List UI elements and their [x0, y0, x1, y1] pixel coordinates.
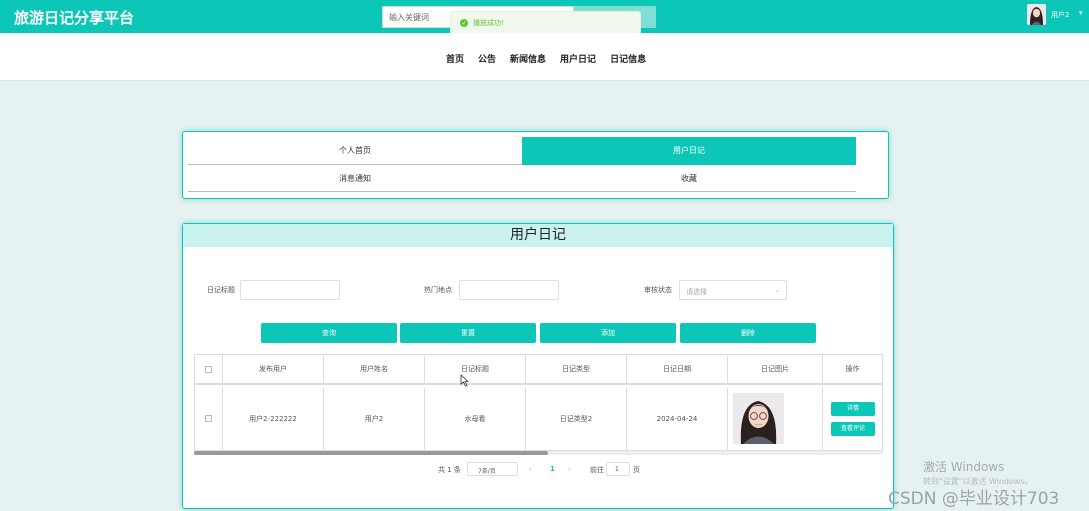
page-number-current[interactable]: 1	[550, 465, 555, 473]
user-name-label[interactable]: 用户2	[1051, 10, 1069, 20]
goto-page-value: 1	[615, 466, 619, 473]
column-header: 发布用户	[223, 355, 324, 385]
filter-spot-input[interactable]	[459, 280, 559, 300]
filter-status-select[interactable]: 请选择 ⌄	[679, 280, 787, 300]
windows-activation-title: 激活 Windows	[923, 460, 1005, 474]
tab-favorites[interactable]: 收藏	[522, 165, 856, 192]
pagination-total: 共 1 条	[438, 466, 461, 474]
filter-title-input[interactable]	[240, 280, 340, 300]
row-select-cell	[195, 387, 223, 450]
filter-status-label: 审核状态	[644, 286, 672, 294]
page-size-select[interactable]: 7条/页	[467, 462, 518, 476]
main-nav: 首页 公告 新闻信息 用户日记 日记信息	[0, 33, 1089, 81]
delete-button[interactable]: 删除	[680, 323, 816, 343]
column-header: 日记日期	[627, 355, 728, 385]
chevron-down-icon[interactable]: ▾	[1079, 9, 1083, 17]
toast-message: 播放成功!	[473, 19, 504, 27]
next-page-icon[interactable]: ›	[568, 465, 571, 473]
nav-item-diary-info[interactable]: 日记信息	[610, 52, 646, 65]
mouse-cursor-icon	[460, 374, 469, 387]
select-all-cell	[195, 355, 223, 385]
table-cell-image	[728, 387, 823, 450]
filter-spot-label: 热门地点	[424, 286, 452, 294]
table-cell: 2024-04-24	[627, 387, 728, 450]
tab-messages[interactable]: 消息通知	[188, 165, 522, 192]
user-avatar[interactable]	[1027, 4, 1046, 25]
chevron-down-icon: ⌄	[774, 286, 780, 294]
panel-title: 用户日记	[183, 224, 893, 247]
column-header: 日记类型	[526, 355, 627, 385]
nav-item-news[interactable]: 新闻信息	[510, 52, 546, 65]
row-checkbox[interactable]	[205, 415, 212, 422]
scrollbar-thumb[interactable]	[194, 451, 548, 455]
page-suffix: 页	[633, 466, 640, 474]
nav-item-home[interactable]: 首页	[446, 52, 464, 65]
view-comments-button[interactable]: 查看评论	[831, 422, 875, 436]
column-header: 用户姓名	[324, 355, 425, 385]
avatar-portrait-icon	[1027, 4, 1046, 25]
tab-personal-home[interactable]: 个人首页	[188, 137, 522, 165]
nav-item-notice[interactable]: 公告	[478, 52, 496, 65]
filter-title-label: 日记标题	[207, 286, 235, 294]
query-button[interactable]: 查询	[261, 323, 397, 343]
check-circle-icon: ✓	[460, 19, 468, 27]
status-placeholder: 请选择	[686, 288, 707, 296]
profile-tabs: 个人首页 用户日记 消息通知 收藏	[182, 131, 889, 199]
table-cell: 用户2	[324, 387, 425, 450]
goto-label: 前往	[590, 466, 604, 474]
nav-item-user-diary[interactable]: 用户日记	[560, 52, 596, 65]
csdn-watermark: CSDN @毕业设计703	[888, 489, 1060, 509]
tab-user-diary[interactable]: 用户日记	[522, 137, 856, 165]
table-cell: 水母看	[425, 387, 526, 450]
user-diary-panel: 用户日记 日记标题 热门地点 审核状态 请选择 ⌄ 查询 重置 添加 删除 发布…	[182, 223, 894, 509]
select-all-checkbox[interactable]	[205, 365, 212, 373]
actions-cell: 详情 查看评论	[823, 387, 882, 450]
table-cell: 用户2-222222	[223, 387, 324, 450]
reset-button[interactable]: 重置	[400, 323, 536, 343]
add-button[interactable]: 添加	[540, 323, 676, 343]
column-header: 操作	[823, 355, 882, 385]
portrait-image-icon	[733, 393, 784, 444]
column-header: 日记图片	[728, 355, 823, 385]
horizontal-scrollbar[interactable]	[194, 451, 883, 455]
column-header: 日记标题	[425, 355, 526, 385]
goto-page-input[interactable]: 1	[606, 462, 630, 476]
diary-table: 发布用户 用户姓名 日记标题 日记类型 日记日期 日记图片 操作 用户2-222…	[194, 354, 883, 451]
diary-thumbnail[interactable]	[733, 393, 784, 444]
page-size-value: 7条/页	[478, 468, 496, 475]
prev-page-icon[interactable]: ‹	[529, 465, 532, 473]
success-toast: ✓ 播放成功!	[450, 11, 641, 35]
site-logo[interactable]: 旅游日记分享平台	[14, 7, 134, 28]
detail-button[interactable]: 详情	[831, 402, 875, 416]
table-cell: 日记类型2	[526, 387, 627, 450]
